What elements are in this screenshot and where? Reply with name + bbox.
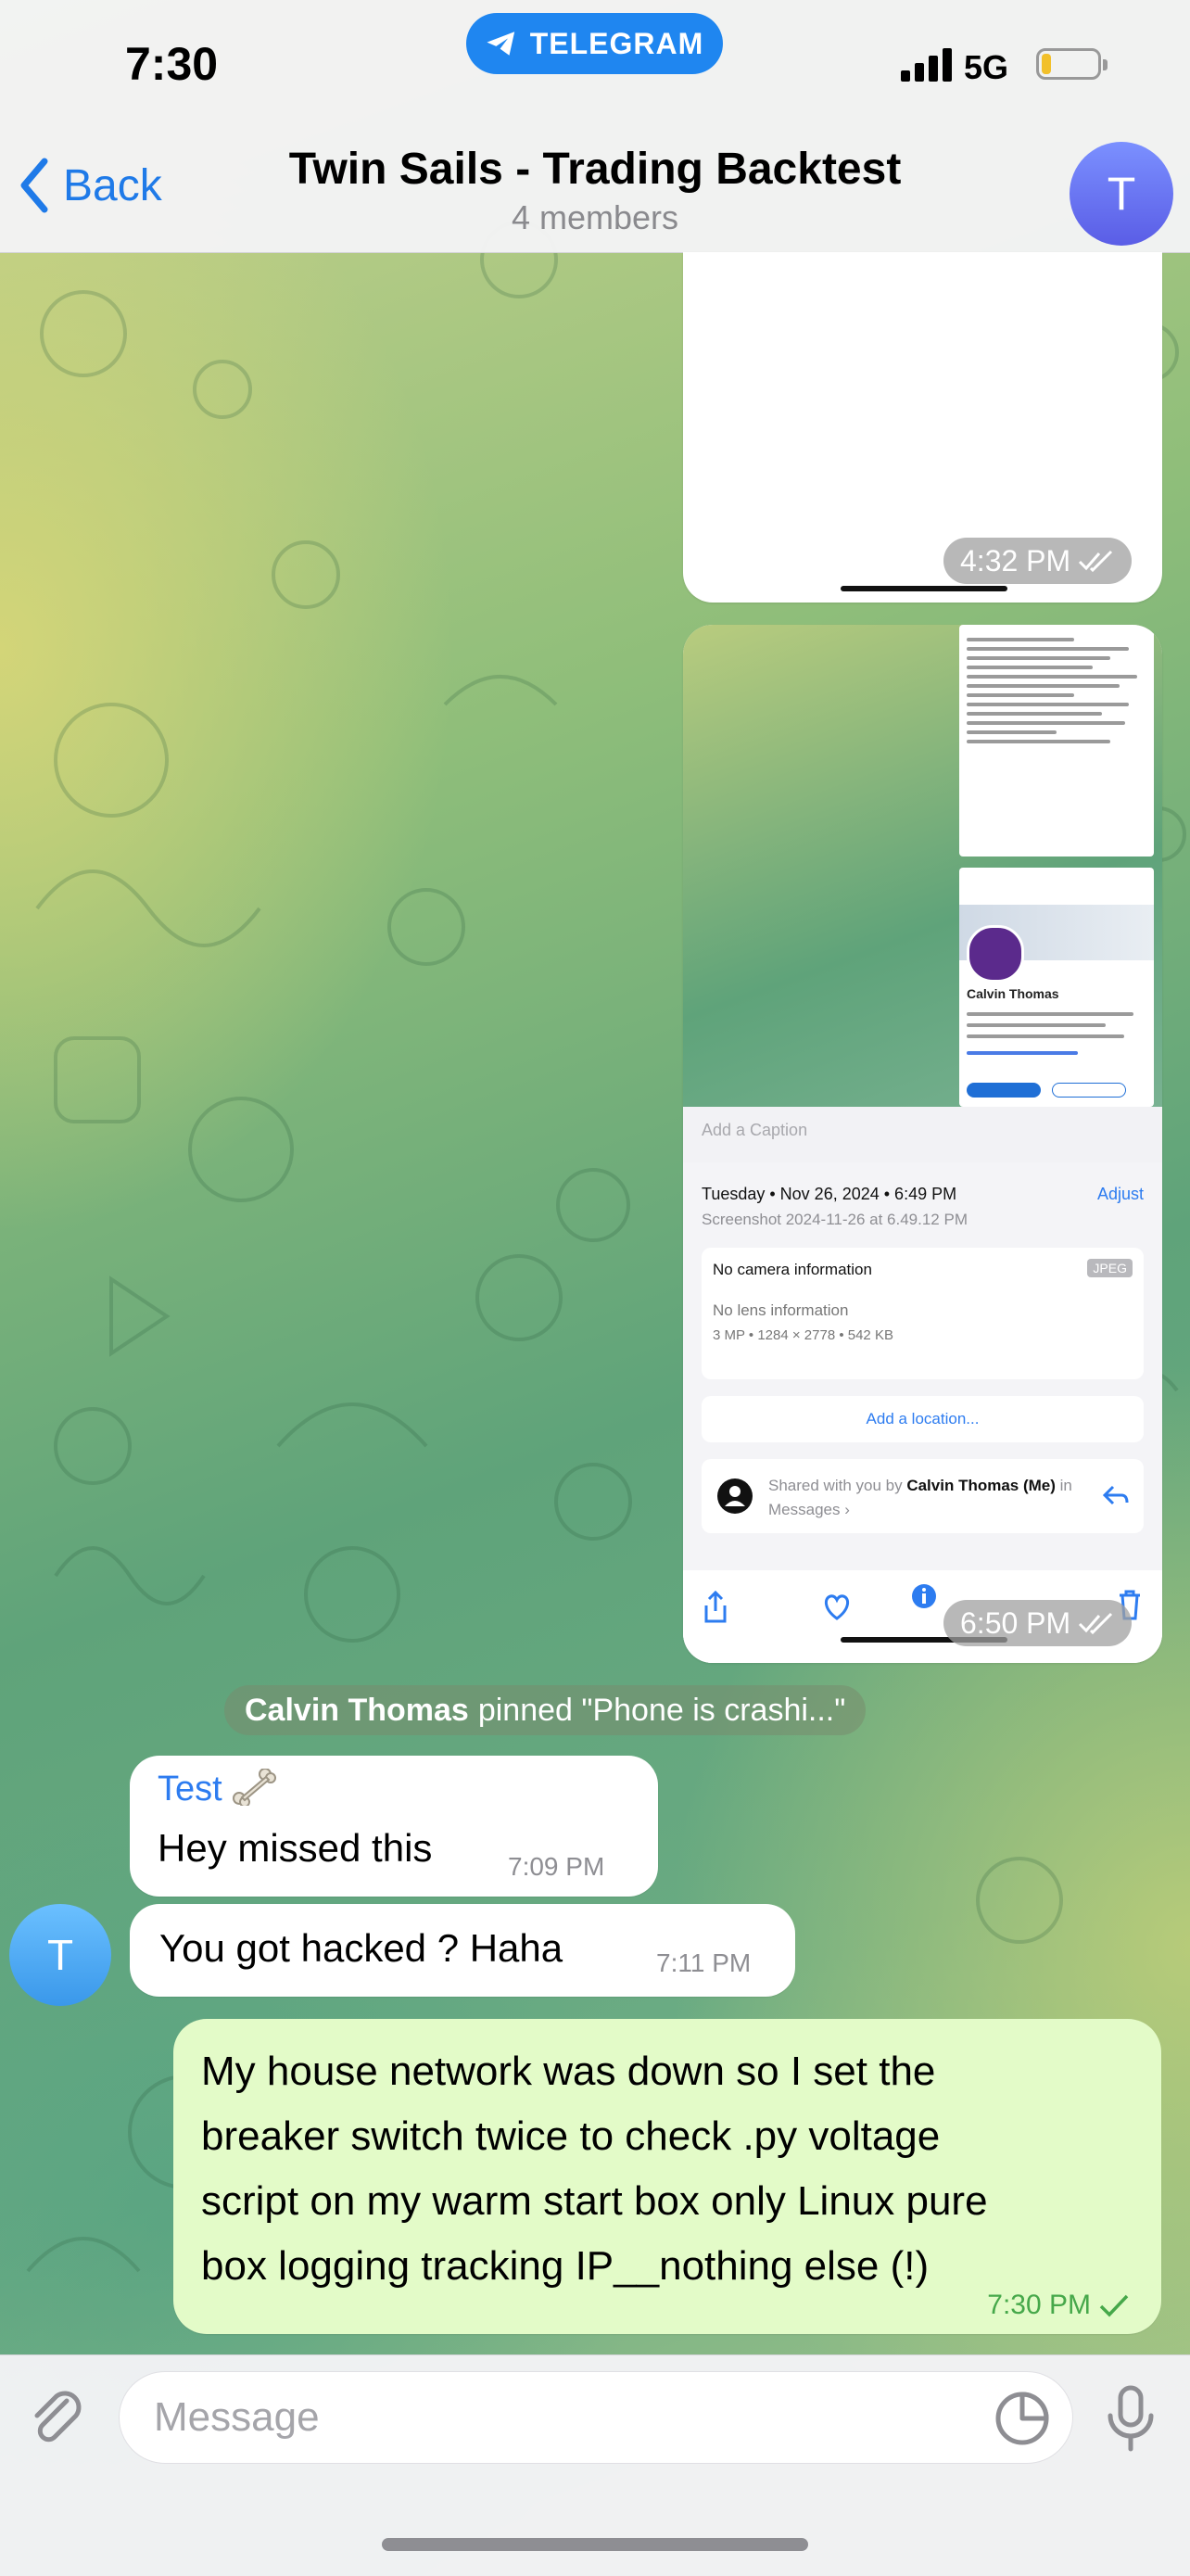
paperclip-icon[interactable] (24, 2384, 91, 2451)
battery-icon (1036, 48, 1108, 80)
telegram-pill[interactable]: TELEGRAM (466, 13, 723, 74)
telegram-icon (487, 32, 514, 56)
message-time: 7:11 PM (656, 1948, 752, 1977)
reply-icon (1103, 1485, 1129, 1505)
info-icon (912, 1584, 936, 1608)
person-icon (717, 1478, 753, 1514)
pinned-service-message[interactable]: Calvin Thomas pinned "Phone is crashi...… (224, 1685, 867, 1735)
image-home-indicator (841, 586, 1007, 591)
time-label: 4:32 PM (960, 543, 1071, 577)
message-time-row: 7:30 PM (987, 2290, 1130, 2321)
add-location: Add a location... (866, 1410, 980, 1428)
status-time: 7:30 (125, 38, 219, 90)
message-time: 4:32 PM (943, 538, 1133, 584)
message-text: Hey missed this (158, 1826, 433, 1870)
profile-name: Calvin Thomas (967, 986, 1059, 1001)
pin-actor: Calvin Thomas (245, 1692, 469, 1728)
network-label: 5G (964, 48, 1009, 86)
screenshot-name: Screenshot 2024-11-26 at 6.49.12 PM (702, 1211, 968, 1228)
incoming-message[interactable]: You got hacked ? Haha 7:11 PM (130, 1904, 795, 1997)
status-bar: 7:30 TELEGRAM 5G (0, 0, 1190, 139)
double-check-icon (1079, 550, 1113, 572)
check-icon (1099, 2294, 1129, 2317)
heart-icon (824, 1594, 850, 1620)
message-time: 6:50 PM (943, 1600, 1133, 1646)
photo-info-card: No camera information JPEG No lens infor… (702, 1248, 1144, 1379)
message-placeholder: Message (154, 2394, 320, 2440)
lens-info: No lens information (713, 1301, 849, 1319)
member-count: 4 members (511, 198, 679, 236)
sender-avatar[interactable]: T (9, 1904, 111, 2006)
telegram-pill-label: TELEGRAM (529, 26, 704, 60)
home-indicator (382, 2538, 808, 2551)
microphone-icon[interactable] (1103, 2384, 1158, 2455)
message-time: 7:09 PM (508, 1852, 605, 1881)
sender-name-row: Test (158, 1768, 277, 1809)
camera-info: No camera information (713, 1261, 872, 1278)
message-time: 7:30 PM (987, 2290, 1091, 2320)
bone-icon (233, 1768, 277, 1808)
format-badge: JPEG (1087, 1259, 1133, 1277)
photo-date: Tuesday • Nov 26, 2024 • 6:49 PM (702, 1185, 957, 1203)
time-label: 6:50 PM (960, 1605, 1071, 1640)
caption-placeholder: Add a Caption (702, 1121, 808, 1139)
profile-thumbnail: Calvin Thomas (959, 868, 1154, 1107)
chat-title[interactable]: Twin Sails - Trading Backtest (0, 144, 1190, 195)
shared-prefix: Shared with you by (768, 1477, 903, 1494)
email-thumbnail (959, 625, 1154, 857)
photo-meta: 3 MP • 1284 × 2778 • 542 KB (713, 1327, 893, 1343)
sender-name: Test (158, 1770, 222, 1808)
outgoing-message[interactable]: My house network was down so I set the b… (173, 2019, 1161, 2334)
pin-text: pinned "Phone is crashi..." (477, 1692, 846, 1728)
shared-name: Calvin Thomas (Me) (906, 1477, 1056, 1494)
group-avatar[interactable]: T (1070, 142, 1173, 246)
incoming-message[interactable]: Test Hey missed this 7:09 PM (130, 1756, 658, 1897)
message-text: You got hacked ? Haha (159, 1926, 563, 1970)
message-text: My house network was down so I set the b… (201, 2049, 988, 2289)
adjust-link: Adjust (1096, 1185, 1144, 1203)
shared-card: Shared with you by Calvin Thomas (Me) in… (702, 1459, 1144, 1533)
double-check-icon (1079, 1612, 1113, 1634)
image-message-2[interactable]: Calvin Thomas Add a Caption Tuesday • No… (683, 625, 1162, 1663)
sticker-icon[interactable] (994, 2390, 1051, 2447)
signal-icon (901, 48, 952, 82)
profile-photo (967, 925, 1024, 983)
location-card: Add a location... (702, 1396, 1144, 1442)
share-icon (704, 1591, 727, 1623)
